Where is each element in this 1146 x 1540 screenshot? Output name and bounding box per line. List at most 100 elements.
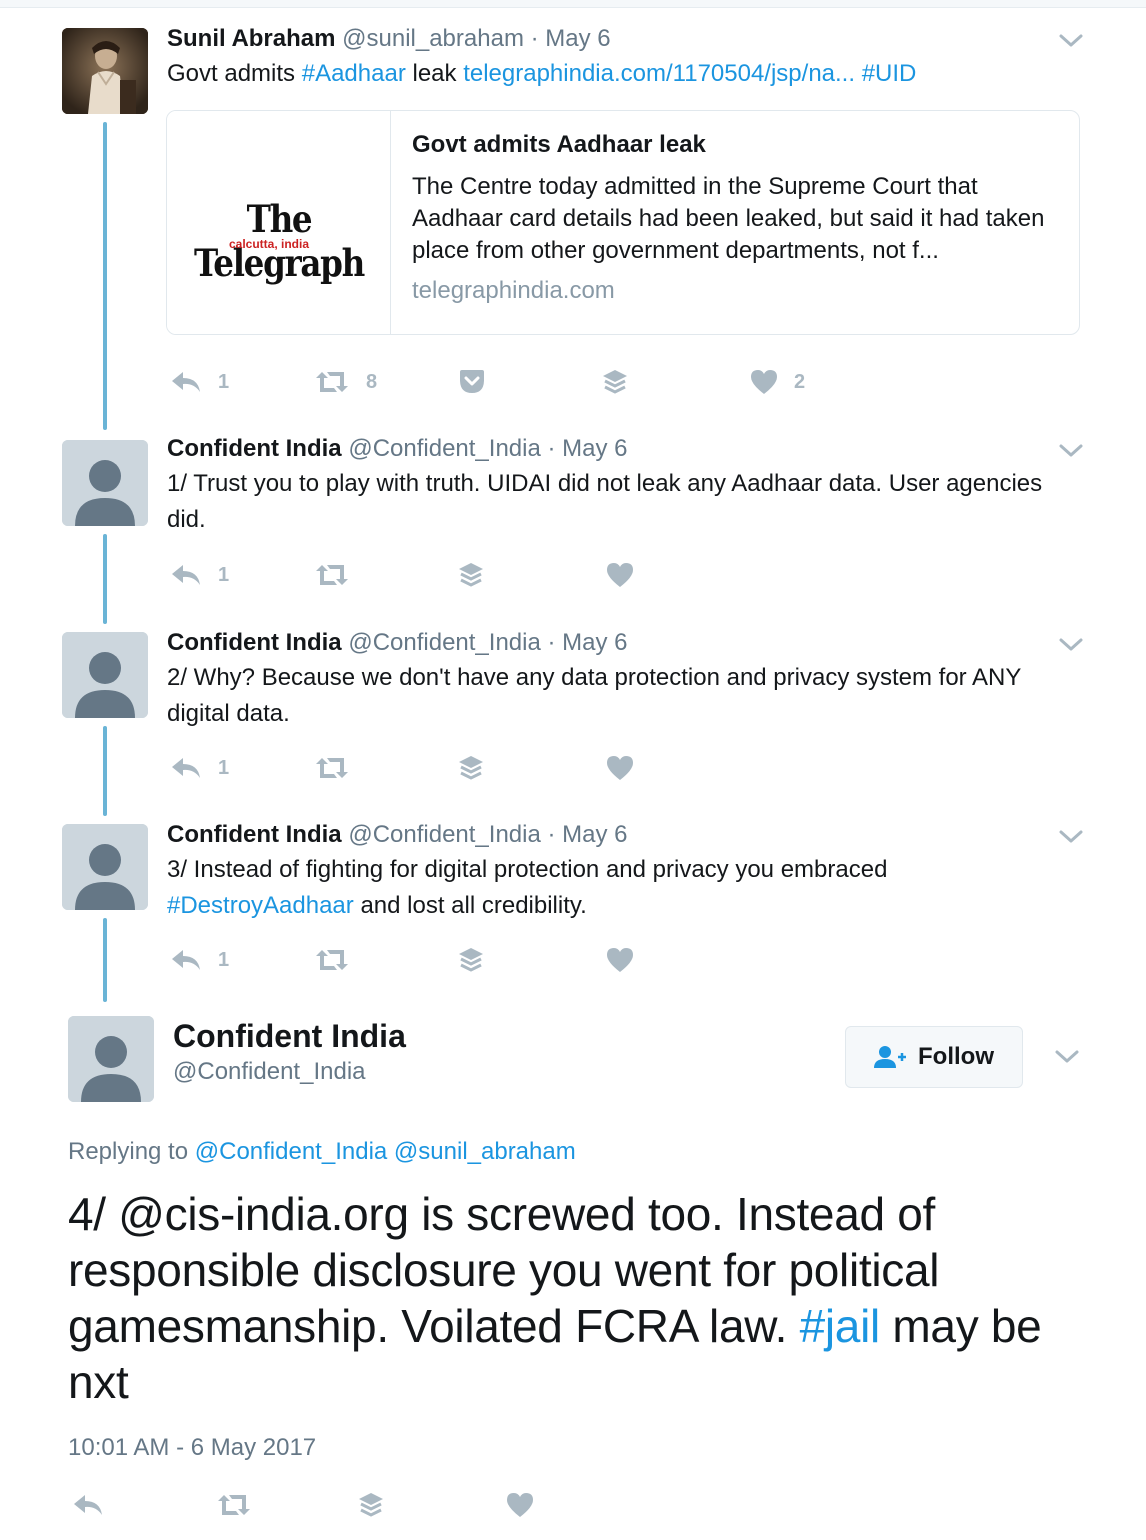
reply-icon bbox=[172, 758, 200, 778]
follow-user-icon bbox=[874, 1046, 906, 1068]
reply-count: 1 bbox=[218, 563, 230, 586]
default-avatar-icon bbox=[62, 440, 148, 526]
tweet-date[interactable]: May 6 bbox=[562, 435, 627, 462]
separator: · bbox=[547, 821, 556, 848]
buffer-icon bbox=[459, 948, 483, 972]
tweet-date[interactable]: May 6 bbox=[562, 629, 627, 656]
thread-connector bbox=[103, 122, 107, 430]
buffer-icon bbox=[603, 370, 627, 394]
retweet-button[interactable] bbox=[314, 753, 350, 783]
chevron-down-icon[interactable] bbox=[1058, 828, 1084, 846]
default-avatar-icon bbox=[68, 1016, 154, 1102]
avatar-default[interactable] bbox=[62, 824, 148, 910]
tweet-actions: 1 bbox=[170, 753, 870, 783]
buffer-button[interactable] bbox=[458, 560, 484, 590]
buffer-button[interactable] bbox=[458, 753, 484, 783]
retweet-button[interactable] bbox=[216, 1490, 252, 1520]
tweet-header: Confident India @Confident_India · May 6 bbox=[167, 434, 628, 464]
retweet-icon bbox=[218, 1495, 250, 1515]
avatar-default[interactable] bbox=[62, 440, 148, 526]
buffer-button[interactable] bbox=[358, 1490, 384, 1520]
telegraph-logo-subtitle: calcutta, india bbox=[229, 237, 310, 251]
replying-label: Replying to bbox=[68, 1138, 195, 1165]
reply-button[interactable] bbox=[72, 1490, 104, 1520]
pocket-button[interactable] bbox=[458, 367, 486, 397]
user-handle[interactable]: @sunil_abraham bbox=[342, 25, 524, 52]
main-avatar[interactable] bbox=[68, 1016, 154, 1102]
buffer-icon bbox=[359, 1493, 383, 1517]
text-segment: leak bbox=[405, 60, 464, 87]
hashtag-link[interactable]: #jail bbox=[800, 1300, 881, 1352]
avatar-sunil[interactable] bbox=[62, 28, 148, 114]
url-link[interactable]: telegraphindia.com/1170504/jsp/na... bbox=[463, 60, 855, 87]
display-name[interactable]: Confident India bbox=[167, 629, 342, 656]
reply-button[interactable]: 1 bbox=[170, 753, 229, 783]
hashtag-link[interactable]: #Aadhaar bbox=[302, 60, 406, 87]
display-name[interactable]: Confident India bbox=[167, 821, 342, 848]
chevron-down-icon[interactable] bbox=[1058, 32, 1084, 50]
retweet-icon bbox=[316, 565, 348, 585]
follow-label: Follow bbox=[918, 1043, 994, 1070]
tweet-text: 2/ Why? Because we don't have any data p… bbox=[167, 664, 1021, 727]
retweet-icon bbox=[316, 372, 348, 392]
retweet-button[interactable] bbox=[314, 560, 350, 590]
hashtag-link[interactable]: #UID bbox=[862, 60, 917, 87]
reply-button[interactable]: 1 bbox=[170, 945, 229, 975]
like-button[interactable] bbox=[606, 753, 634, 783]
like-button[interactable] bbox=[606, 945, 634, 975]
link-card[interactable]: The Telegraph calcutta, india Govt admit… bbox=[166, 110, 1080, 335]
like-button[interactable] bbox=[606, 560, 634, 590]
main-user-handle[interactable]: @Confident_India bbox=[173, 1058, 366, 1086]
reply-count: 1 bbox=[218, 756, 230, 779]
user-handle[interactable]: @Confident_India bbox=[348, 435, 541, 462]
buffer-icon bbox=[459, 563, 483, 587]
reply-icon bbox=[74, 1495, 102, 1515]
display-name[interactable]: Confident India bbox=[167, 435, 342, 462]
retweet-icon bbox=[316, 758, 348, 778]
reply-count: 1 bbox=[218, 370, 230, 393]
tweet-actions: 1 8 2 bbox=[170, 367, 870, 397]
tweet-date[interactable]: May 6 bbox=[562, 821, 627, 848]
reply-icon bbox=[172, 372, 200, 392]
like-button[interactable] bbox=[506, 1490, 534, 1520]
separator: · bbox=[547, 629, 556, 656]
like-count: 2 bbox=[794, 370, 806, 393]
display-name[interactable]: Sunil Abraham bbox=[167, 25, 335, 52]
tweet-text: Govt admits #Aadhaar leak telegraphindia… bbox=[167, 56, 1047, 92]
like-button[interactable]: 2 bbox=[750, 367, 805, 397]
main-display-name[interactable]: Confident India bbox=[173, 1018, 406, 1055]
heart-icon bbox=[751, 370, 777, 394]
hashtag-link[interactable]: #DestroyAadhaar bbox=[167, 892, 354, 919]
card-title: Govt admits Aadhaar leak bbox=[412, 131, 706, 158]
card-domain: telegraphindia.com bbox=[412, 277, 615, 304]
card-image: The Telegraph calcutta, india bbox=[167, 111, 391, 334]
reply-count: 1 bbox=[218, 948, 230, 971]
tweet-header: Confident India @Confident_India · May 6 bbox=[167, 820, 628, 850]
user-handle[interactable]: @Confident_India bbox=[348, 821, 541, 848]
follow-button[interactable]: Follow bbox=[845, 1026, 1023, 1088]
replying-link-1[interactable]: @Confident_India bbox=[195, 1138, 388, 1165]
retweet-button[interactable]: 8 bbox=[314, 367, 377, 397]
tweet-date[interactable]: May 6 bbox=[545, 25, 610, 52]
thread-connector bbox=[103, 918, 107, 1002]
main-tweet-actions bbox=[72, 1490, 672, 1520]
main-tweet-text: 4/ @cis-india.org is screwed too. Instea… bbox=[68, 1186, 1078, 1410]
buffer-button[interactable] bbox=[602, 367, 628, 397]
thread-connector bbox=[103, 726, 107, 816]
heart-icon bbox=[507, 1493, 533, 1517]
tweet-actions: 1 bbox=[170, 945, 870, 975]
retweet-icon bbox=[316, 950, 348, 970]
tweet-timestamp[interactable]: 10:01 AM - 6 May 2017 bbox=[68, 1434, 316, 1462]
avatar-default[interactable] bbox=[62, 632, 148, 718]
replying-link-2[interactable]: @sunil_abraham bbox=[394, 1138, 576, 1165]
reply-button[interactable]: 1 bbox=[170, 560, 229, 590]
retweet-button[interactable] bbox=[314, 945, 350, 975]
chevron-down-icon[interactable] bbox=[1058, 636, 1084, 654]
user-handle[interactable]: @Confident_India bbox=[348, 629, 541, 656]
heart-icon bbox=[607, 756, 633, 780]
chevron-down-icon[interactable] bbox=[1058, 442, 1084, 460]
reply-button[interactable]: 1 bbox=[170, 367, 229, 397]
buffer-button[interactable] bbox=[458, 945, 484, 975]
tweet-header: Sunil Abraham @sunil_abraham · May 6 bbox=[167, 24, 611, 54]
chevron-down-icon[interactable] bbox=[1054, 1048, 1080, 1066]
